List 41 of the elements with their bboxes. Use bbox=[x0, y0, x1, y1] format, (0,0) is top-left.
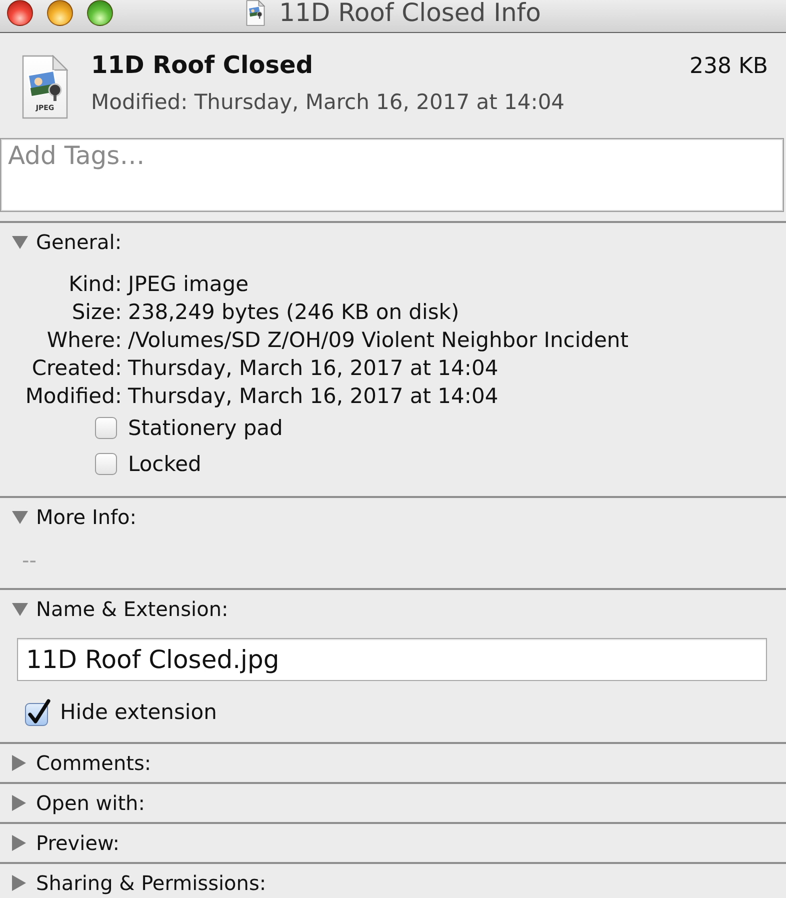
image-file-icon bbox=[22, 55, 68, 119]
section-title: Name & Extension: bbox=[36, 597, 228, 621]
checkbox-label: Hide extension bbox=[60, 700, 217, 724]
field-value: 238,249 bytes (246 KB on disk) bbox=[128, 299, 460, 326]
close-button[interactable] bbox=[7, 0, 33, 26]
disclosure-triangle-icon[interactable] bbox=[12, 755, 26, 771]
section-title: Sharing & Permissions: bbox=[36, 871, 266, 895]
name-field[interactable]: 11D Roof Closed.jpg bbox=[17, 638, 767, 681]
disclosure-triangle-icon[interactable] bbox=[12, 510, 28, 524]
checkbox[interactable] bbox=[95, 453, 117, 475]
modified-date: Modified: Thursday, March 16, 2017 at 14:04 bbox=[91, 90, 566, 115]
section-title: General: bbox=[36, 230, 122, 254]
window-title: 11D Roof Closed Info bbox=[279, 0, 541, 27]
minimize-button[interactable] bbox=[47, 0, 73, 26]
file-size: 238 KB bbox=[689, 53, 768, 81]
section-title: Comments: bbox=[36, 751, 152, 775]
checkbox[interactable] bbox=[25, 698, 51, 726]
empty-value-text: -- bbox=[22, 548, 36, 572]
checkbox[interactable] bbox=[95, 417, 117, 439]
field-label: Modified: bbox=[24, 383, 122, 410]
zoom-button[interactable] bbox=[87, 0, 113, 26]
field-label: Created: bbox=[30, 355, 122, 382]
field-label: Kind: bbox=[68, 271, 122, 298]
field-value: /Volumes/SD Z/OH/09 Violent Neighbor Incident bbox=[128, 327, 628, 354]
field-value: Thursday, March 16, 2017 at 14:04 bbox=[128, 355, 500, 382]
disclosure-triangle-icon[interactable] bbox=[12, 835, 26, 851]
section-title: More Info: bbox=[36, 505, 137, 529]
section-title: Preview: bbox=[36, 831, 120, 855]
disclosure-triangle-icon[interactable] bbox=[12, 795, 26, 811]
section-title: Open with: bbox=[36, 791, 145, 815]
disclosure-triangle-icon[interactable] bbox=[12, 875, 26, 891]
checkbox-label: Stationery pad bbox=[128, 416, 283, 440]
tags-field[interactable]: Add Tags… bbox=[0, 138, 784, 212]
checkbox-label: Locked bbox=[128, 452, 202, 476]
field-label: Size: bbox=[70, 299, 122, 326]
field-value: JPEG image bbox=[128, 271, 250, 298]
file-name: 11D Roof Closed bbox=[91, 51, 313, 80]
field-value: Thursday, March 16, 2017 at 14:04 bbox=[128, 383, 500, 410]
disclosure-triangle-icon[interactable] bbox=[12, 602, 28, 616]
field-label: Where: bbox=[46, 327, 122, 354]
disclosure-triangle-icon[interactable] bbox=[12, 236, 28, 248]
